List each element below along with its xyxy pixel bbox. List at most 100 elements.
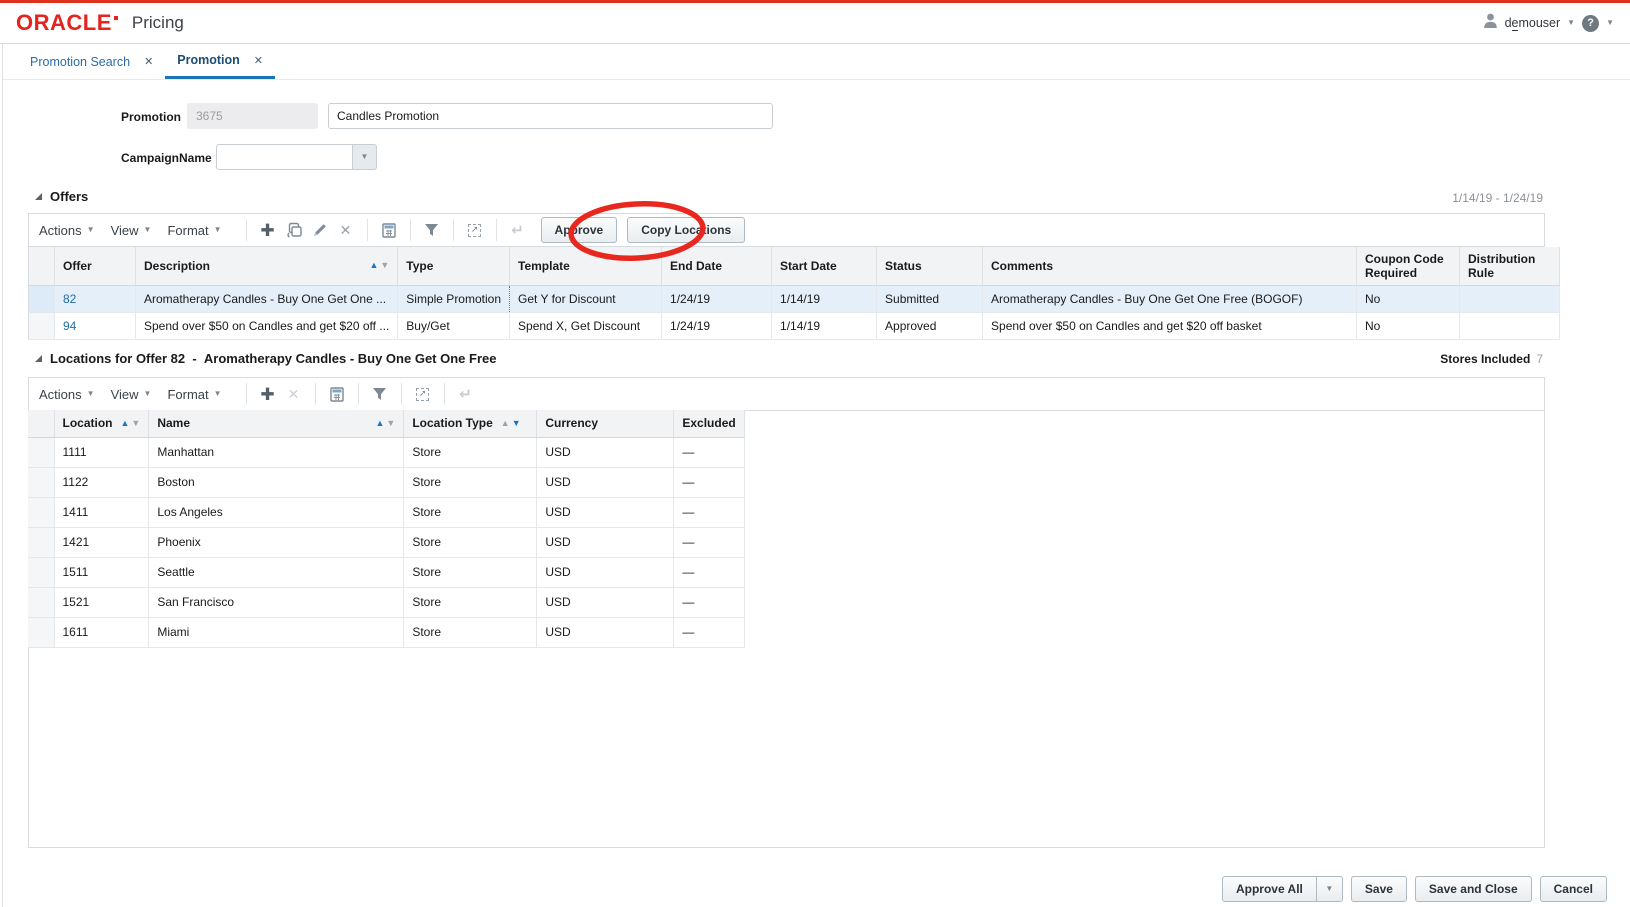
cell: Spend over $50 on Candles and get $20 of… bbox=[135, 312, 399, 340]
campaign-dropdown-button[interactable]: ▼ bbox=[352, 144, 377, 170]
detach-icon[interactable] bbox=[410, 382, 436, 406]
close-icon[interactable]: ✕ bbox=[144, 55, 153, 68]
tab-promotion-search[interactable]: Promotion Search ✕ bbox=[18, 44, 165, 79]
edit-icon[interactable] bbox=[307, 218, 333, 242]
save-button[interactable]: Save bbox=[1350, 876, 1407, 902]
help-icon[interactable]: ? bbox=[1582, 14, 1600, 32]
cancel-button[interactable]: Cancel bbox=[1539, 876, 1607, 902]
location-row[interactable]: 1611 Miami Store USD — bbox=[28, 617, 745, 648]
duplicate-icon[interactable] bbox=[281, 218, 307, 242]
toolbar-separator bbox=[245, 219, 247, 241]
column-header-end-date[interactable]: End Date bbox=[661, 247, 773, 286]
location-row[interactable]: 1411 Los Angeles Store USD — bbox=[28, 497, 745, 528]
column-header-type[interactable]: Type bbox=[397, 247, 511, 286]
toolbar-separator bbox=[400, 383, 402, 405]
cell: Store bbox=[403, 437, 538, 468]
cell bbox=[28, 527, 55, 558]
toolbar-separator bbox=[452, 219, 454, 241]
location-row[interactable]: 1511 Seattle Store USD — bbox=[28, 557, 745, 588]
filter-icon[interactable] bbox=[367, 382, 393, 406]
location-row[interactable]: 1421 Phoenix Store USD — bbox=[28, 527, 745, 558]
approve-button[interactable]: Approve bbox=[540, 217, 618, 243]
column-header-currency[interactable]: Currency bbox=[536, 410, 675, 438]
offers-section-header: Offers bbox=[35, 189, 88, 204]
column-header-location[interactable]: Location ▲ ▼ bbox=[54, 410, 150, 438]
tab-promotion[interactable]: Promotion ✕ bbox=[165, 44, 275, 79]
column-header-start-date[interactable]: Start Date bbox=[771, 247, 878, 286]
cell: Store bbox=[403, 467, 538, 498]
cell: Aromatherapy Candles - Buy One Get One F… bbox=[982, 285, 1358, 313]
sort-descending-icon[interactable]: ▼ bbox=[512, 418, 521, 428]
locations-actions-menu[interactable]: Actions ▼ bbox=[39, 387, 95, 402]
cell: Store bbox=[403, 527, 538, 558]
column-header-template[interactable]: Template bbox=[509, 247, 663, 286]
cell: Approved bbox=[876, 312, 984, 340]
offers-view-menu[interactable]: View ▼ bbox=[111, 223, 152, 238]
oracle-logo: ORACLE bbox=[16, 9, 112, 36]
cell bbox=[1459, 285, 1561, 313]
cell[interactable]: 94 bbox=[54, 312, 136, 340]
location-row[interactable]: 1122 Boston Store USD — bbox=[28, 467, 745, 498]
column-header-coupon-code-required[interactable]: Coupon Code Required bbox=[1356, 247, 1461, 286]
cell: Simple Promotion bbox=[397, 285, 511, 313]
location-row[interactable]: 1111 Manhattan Store USD — bbox=[28, 437, 745, 468]
user-dropdown-caret-icon[interactable]: ▼ bbox=[1567, 19, 1575, 27]
cell[interactable]: 82 bbox=[54, 285, 136, 313]
column-header-comments[interactable]: Comments bbox=[982, 247, 1358, 286]
user-menu[interactable]: demouser bbox=[1505, 16, 1560, 31]
return-icon[interactable]: ↵ bbox=[453, 382, 479, 406]
add-icon[interactable]: ✚ bbox=[255, 218, 281, 242]
delete-icon[interactable]: ✕ bbox=[333, 218, 359, 242]
sort-ascending-icon[interactable]: ▲ bbox=[501, 418, 510, 428]
locations-view-menu[interactable]: View ▼ bbox=[111, 387, 152, 402]
cell: Miami bbox=[148, 617, 405, 648]
sort-ascending-icon[interactable]: ▲ bbox=[369, 261, 378, 270]
chevron-down-icon: ▼ bbox=[213, 389, 222, 398]
collapse-triangle-icon[interactable] bbox=[35, 355, 42, 362]
offers-format-menu[interactable]: Format ▼ bbox=[167, 223, 221, 238]
offer-row[interactable]: 94 Spend over $50 on Candles and get $20 … bbox=[28, 312, 1561, 340]
column-header-status[interactable]: Status bbox=[876, 247, 984, 286]
column-header-offer[interactable]: Offer bbox=[54, 247, 136, 286]
cell: 1/24/19 bbox=[661, 285, 773, 313]
calculate-icon[interactable] bbox=[376, 218, 402, 242]
offers-date-range: 1/14/19 - 1/24/19 bbox=[1452, 191, 1543, 205]
cell: No bbox=[1356, 312, 1461, 340]
column-label: Start Date bbox=[780, 258, 837, 273]
cell: USD bbox=[536, 497, 675, 528]
approve-all-dropdown-arrow[interactable]: ▼ bbox=[1316, 876, 1343, 902]
tab-label: Promotion bbox=[177, 53, 240, 67]
return-icon[interactable]: ↵ bbox=[505, 218, 531, 242]
save-and-close-button[interactable]: Save and Close bbox=[1414, 876, 1532, 902]
column-header-location-type[interactable]: Location Type ▲ ▼ bbox=[403, 410, 538, 438]
offers-actions-menu[interactable]: Actions ▼ bbox=[39, 223, 95, 238]
column-header-distribution-rule[interactable]: Distribution Rule bbox=[1459, 247, 1561, 286]
approve-all-button[interactable]: Approve All bbox=[1221, 876, 1317, 902]
promotion-name-field[interactable]: Candles Promotion bbox=[328, 103, 773, 129]
cell bbox=[28, 285, 55, 313]
offer-row[interactable]: 82 Aromatherapy Candles - Buy One Get One… bbox=[28, 285, 1561, 313]
cell: Spend over $50 on Candles and get $20 of… bbox=[982, 312, 1358, 340]
collapse-triangle-icon[interactable] bbox=[35, 193, 42, 200]
filter-icon[interactable] bbox=[419, 218, 445, 242]
column-header-description[interactable]: Description ▲ ▼ bbox=[135, 247, 399, 286]
help-dropdown-caret-icon[interactable]: ▼ bbox=[1606, 19, 1614, 27]
copy-locations-button[interactable]: Copy Locations bbox=[627, 217, 746, 243]
sort-ascending-icon[interactable]: ▲ bbox=[121, 418, 130, 428]
sort-descending-icon[interactable]: ▼ bbox=[380, 261, 389, 270]
detach-icon[interactable] bbox=[462, 218, 488, 242]
column-header-excluded[interactable]: Excluded bbox=[673, 410, 745, 438]
campaign-name-field[interactable] bbox=[216, 144, 353, 170]
sort-ascending-icon[interactable]: ▲ bbox=[376, 418, 385, 428]
cell: 1421 bbox=[54, 527, 150, 558]
add-icon[interactable]: ✚ bbox=[255, 382, 281, 406]
location-row[interactable]: 1521 San Francisco Store USD — bbox=[28, 587, 745, 618]
delete-icon[interactable]: ✕ bbox=[281, 382, 307, 406]
locations-format-menu[interactable]: Format ▼ bbox=[167, 387, 221, 402]
sort-descending-icon[interactable]: ▼ bbox=[131, 418, 140, 428]
calculate-icon[interactable] bbox=[324, 382, 350, 406]
sort-descending-icon[interactable]: ▼ bbox=[386, 418, 395, 428]
column-header-name[interactable]: Name ▲ ▼ bbox=[148, 410, 405, 438]
cell: Manhattan bbox=[148, 437, 405, 468]
close-icon[interactable]: ✕ bbox=[254, 54, 263, 67]
